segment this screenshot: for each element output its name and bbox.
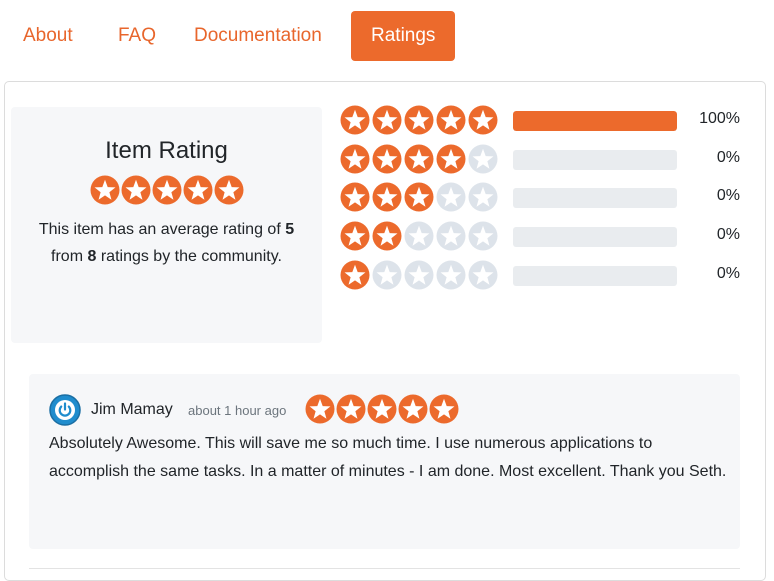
star-filled-icon xyxy=(340,182,370,212)
star-empty-icon xyxy=(468,260,498,290)
star-filled-icon xyxy=(372,182,402,212)
star-filled-icon xyxy=(429,394,459,424)
power-icon xyxy=(49,394,81,426)
summary-text-mid: from xyxy=(51,247,88,265)
tab-about[interactable]: About xyxy=(3,11,93,61)
review-body: Absolutely Awesome. This will save me so… xyxy=(49,435,727,480)
tab-faq[interactable]: FAQ xyxy=(98,11,176,61)
breakdown-bar xyxy=(513,150,677,170)
summary-title: Item Rating xyxy=(105,137,228,164)
star-filled-icon xyxy=(372,221,402,251)
breakdown-percent: 0% xyxy=(716,149,740,166)
star-filled-icon xyxy=(121,175,151,205)
star-empty-icon xyxy=(372,260,402,290)
review-time: about 1 hour ago xyxy=(188,403,287,418)
star-filled-icon xyxy=(404,182,434,212)
breakdown-bar xyxy=(513,111,677,131)
star-filled-icon xyxy=(340,144,370,174)
star-filled-icon xyxy=(90,175,120,205)
breakdown-bar xyxy=(513,227,677,247)
star-filled-icon xyxy=(340,105,370,135)
breakdown-bar xyxy=(513,188,677,208)
star-filled-icon xyxy=(305,394,335,424)
star-filled-icon xyxy=(183,175,213,205)
star-filled-icon xyxy=(367,394,397,424)
breakdown-row-1-stars: 0% xyxy=(340,260,760,292)
tab-ratings[interactable]: Ratings xyxy=(351,11,456,61)
star-empty-icon xyxy=(436,221,466,251)
breakdown-percent: 0% xyxy=(716,187,740,204)
star-empty-icon xyxy=(468,182,498,212)
breakdown-stars xyxy=(340,144,498,174)
average-rating: 5 xyxy=(285,221,295,238)
star-empty-icon xyxy=(468,221,498,251)
divider xyxy=(29,568,740,569)
star-empty-icon xyxy=(404,260,434,290)
summary-text: This item has an average rating of 5 fro… xyxy=(36,217,297,270)
star-empty-icon xyxy=(436,182,466,212)
star-filled-icon xyxy=(468,105,498,135)
review-card: Jim Mamay about 1 hour ago Absolutely Aw… xyxy=(29,374,740,549)
breakdown-row-4-stars: 0% xyxy=(340,144,760,176)
star-empty-icon xyxy=(404,221,434,251)
summary-text-before: This item has an average rating of xyxy=(38,221,286,238)
breakdown-row-2-stars: 0% xyxy=(340,221,760,253)
breakdown-stars xyxy=(340,221,498,251)
breakdown-percent: 0% xyxy=(716,226,740,243)
tab-documentation[interactable]: Documentation xyxy=(174,11,342,61)
star-empty-icon xyxy=(468,144,498,174)
star-filled-icon xyxy=(372,144,402,174)
summary-text-after: ratings by the community. xyxy=(96,247,282,265)
star-empty-icon xyxy=(436,260,466,290)
breakdown-percent: 0% xyxy=(716,265,740,282)
star-filled-icon xyxy=(372,105,402,135)
star-filled-icon xyxy=(404,105,434,135)
summary-stars xyxy=(11,175,322,205)
breakdown-bar xyxy=(513,266,677,286)
breakdown-stars xyxy=(340,182,498,212)
breakdown-stars xyxy=(340,260,498,290)
star-filled-icon xyxy=(214,175,244,205)
reviewer-name[interactable]: Jim Mamay xyxy=(91,401,173,419)
star-filled-icon xyxy=(404,144,434,174)
breakdown-bar-fill xyxy=(513,111,677,131)
star-filled-icon xyxy=(436,144,466,174)
star-filled-icon xyxy=(436,105,466,135)
star-filled-icon xyxy=(398,394,428,424)
star-filled-icon xyxy=(340,260,370,290)
breakdown-row-5-stars: 100% xyxy=(340,105,760,137)
breakdown-stars xyxy=(340,105,498,135)
avatar xyxy=(49,394,81,426)
star-filled-icon xyxy=(152,175,182,205)
star-filled-icon xyxy=(336,394,366,424)
rating-summary: Item Rating This item has an average rat… xyxy=(11,107,322,343)
review-stars xyxy=(305,394,459,424)
tab-bar: About FAQ Documentation Ratings xyxy=(0,0,774,72)
breakdown-percent: 100% xyxy=(699,110,740,127)
breakdown-row-3-stars: 0% xyxy=(340,182,760,214)
star-filled-icon xyxy=(340,221,370,251)
